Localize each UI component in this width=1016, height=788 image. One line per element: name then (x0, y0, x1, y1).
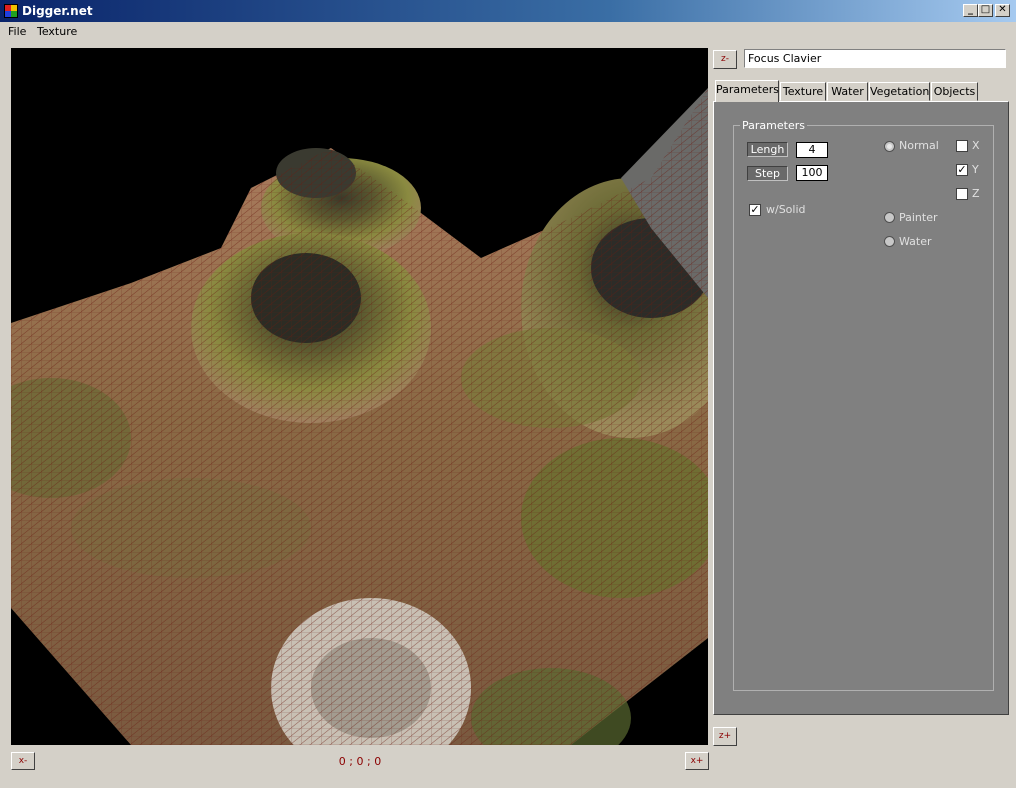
axis-z-label: Z (972, 187, 980, 200)
menu-texture[interactable]: Texture (37, 25, 77, 38)
minimize-icon: _ (968, 4, 973, 15)
axis-x-label: X (972, 139, 980, 152)
x-minus-label: x- (18, 756, 28, 766)
menu-bar: File Texture (0, 22, 1016, 40)
tab-water[interactable]: Water (827, 82, 868, 101)
maximize-icon: □ (980, 4, 991, 15)
coordinates-readout: 0 ; 0 ; 0 (338, 755, 382, 768)
x-plus-button[interactable]: x+ (685, 752, 709, 770)
z-minus-button[interactable]: z- (713, 50, 737, 69)
length-input[interactable]: 4 (796, 142, 828, 158)
mode-water-radio[interactable] (884, 236, 895, 247)
mode-water-label: Water (899, 235, 932, 248)
title-bar: Digger.net _ □ ✕ (0, 0, 1016, 22)
terrain-render (11, 48, 708, 745)
tab-vegetation[interactable]: Vegetation (869, 82, 930, 101)
tab-texture[interactable]: Texture (780, 82, 826, 101)
app-icon (4, 4, 18, 18)
x-plus-label: x+ (690, 756, 704, 766)
mode-normal-label: Normal (899, 139, 939, 152)
axis-y-label: Y (972, 163, 979, 176)
menu-file[interactable]: File (8, 25, 26, 38)
solid-checkbox[interactable]: ✓ (749, 204, 761, 216)
length-label: Lengh (747, 142, 788, 157)
tab-objects[interactable]: Objects (931, 82, 978, 101)
mode-painter-label: Painter (899, 211, 938, 224)
axis-z-checkbox[interactable] (956, 188, 968, 200)
mode-painter-radio[interactable] (884, 212, 895, 223)
x-minus-button[interactable]: x- (11, 752, 35, 770)
close-button[interactable]: ✕ (995, 4, 1010, 17)
parameters-group-title: Parameters (740, 119, 807, 132)
z-minus-label: z- (721, 54, 729, 64)
solid-checkbox-label: w/Solid (766, 203, 806, 216)
step-input[interactable]: 100 (796, 165, 828, 181)
minimize-button[interactable]: _ (963, 4, 978, 17)
axis-x-checkbox[interactable] (956, 140, 968, 152)
window-title: Digger.net (22, 4, 93, 18)
maximize-button[interactable]: □ (978, 4, 993, 17)
step-label: Step (747, 166, 788, 181)
z-plus-button[interactable]: z+ (713, 727, 737, 746)
mode-normal-radio[interactable] (884, 141, 895, 152)
axis-y-checkbox[interactable]: ✓ (956, 164, 968, 176)
focus-keyboard-field[interactable]: Focus Clavier (744, 49, 1006, 68)
z-plus-label: z+ (718, 731, 732, 741)
close-icon: ✕ (998, 4, 1007, 15)
tab-parameters[interactable]: Parameters (715, 80, 779, 102)
terrain-viewport[interactable] (11, 48, 708, 745)
